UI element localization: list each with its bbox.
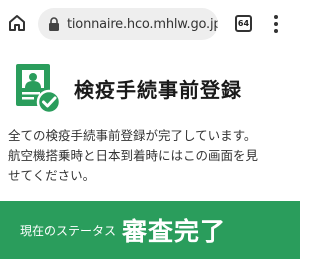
tab-count: 64 — [237, 19, 250, 28]
status-value: 審査完了 — [122, 217, 227, 246]
home-icon[interactable] — [6, 12, 28, 34]
browser-toolbar: tionnaire.hco.mhlw.go.jp 64 — [0, 0, 300, 50]
more-vert-icon[interactable] — [268, 13, 284, 35]
message-line: せてください。 — [8, 168, 96, 183]
lock-icon[interactable] — [47, 16, 61, 32]
page-header: 検疫手続事前登録 — [14, 62, 294, 117]
tab-switcher-icon[interactable]: 64 — [235, 15, 252, 32]
status-label: 現在のステータス — [20, 223, 117, 238]
address-bar[interactable]: tionnaire.hco.mhlw.go.jp — [38, 8, 218, 40]
message-line: 全ての検疫手続事前登録が完了しています。 — [8, 128, 257, 143]
message-line: 航空機搭乗時と日本到着時にはこの画面を見 — [8, 148, 259, 163]
page-title: 検疫手続事前登録 — [74, 78, 242, 102]
completion-message: 全ての検疫手続事前登録が完了しています。 航空機搭乗時と日本到着時にはこの画面を… — [8, 126, 296, 186]
status-banner: 現在のステータス 審査完了 — [0, 201, 300, 259]
registration-document-check-icon — [14, 62, 62, 116]
url-text[interactable]: tionnaire.hco.mhlw.go.jp — [67, 17, 218, 32]
